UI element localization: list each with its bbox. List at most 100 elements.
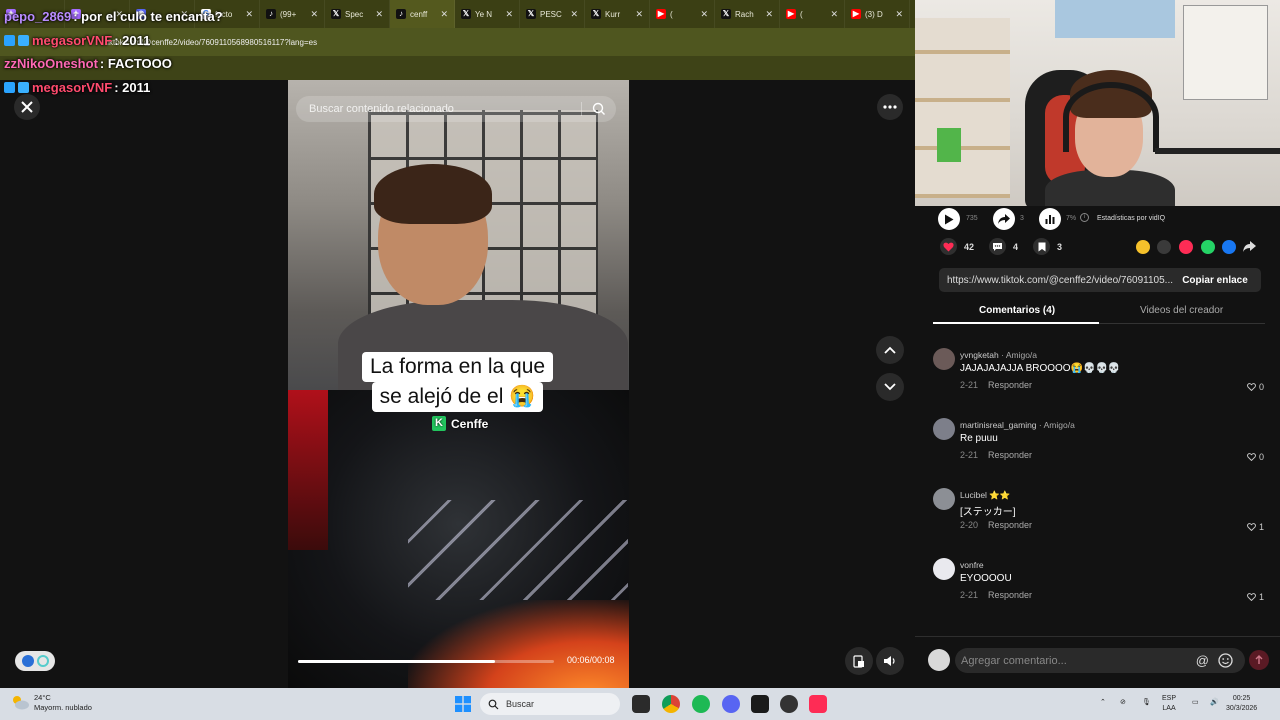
comment-item: martinisreal_gaming · Amigo/a Re puuu 2-21… (933, 418, 1268, 478)
browser-tab[interactable]: 𝕏 Spec ✕ (325, 0, 390, 28)
browser-tab[interactable]: 𝕏 Ye N ✕ (455, 0, 520, 28)
tray-network-off-icon[interactable]: ⊘ (1120, 698, 1126, 708)
search-divider (581, 102, 582, 116)
browser-tab[interactable]: 𝕏 Rach ✕ (715, 0, 780, 28)
tab-comments[interactable]: Comentarios (4) (979, 305, 1055, 316)
comment-like-button[interactable]: 1 (1247, 522, 1264, 532)
volume-button[interactable] (876, 647, 904, 675)
tray-monitor-icon[interactable]: ▭ (1192, 698, 1199, 708)
tiktok-live-icon[interactable] (809, 695, 827, 713)
taskbar-search[interactable]: Buscar (480, 693, 620, 715)
comment-input[interactable]: Agregar comentario... @ (955, 648, 1245, 673)
close-tab-icon[interactable]: ✕ (765, 9, 773, 20)
more-options-button[interactable] (877, 94, 903, 120)
comment-avatar[interactable] (933, 348, 955, 370)
copy-link-button[interactable]: Copiar enlace (1169, 268, 1261, 292)
spotify-icon[interactable] (692, 695, 710, 713)
comment-avatar[interactable] (933, 418, 955, 440)
comment-like-button[interactable]: 0 (1247, 452, 1264, 462)
save-button[interactable] (1033, 238, 1050, 255)
close-tab-icon[interactable]: ✕ (245, 9, 253, 20)
picture-in-picture-button[interactable] (845, 647, 873, 675)
analytics-button[interactable] (1039, 208, 1061, 230)
vidiq-statistics-label[interactable]: Estadísticas por vidIQ (1097, 215, 1165, 222)
extension-pill-button[interactable] (15, 651, 55, 671)
close-tab-icon[interactable]: ✕ (830, 9, 838, 20)
windows-start-icon[interactable] (455, 696, 471, 712)
comment-like-button[interactable]: 1 (1247, 592, 1264, 602)
close-tab-icon[interactable]: ✕ (310, 9, 318, 20)
chrome-icon[interactable] (662, 695, 680, 713)
browser-tab[interactable]: ▶ (✕ (650, 0, 715, 28)
browser-tab[interactable]: 𝕏 PESC ✕ (520, 0, 585, 28)
browser-tab[interactable]: ▶ (✕ (780, 0, 845, 28)
capcut-icon[interactable] (751, 695, 769, 713)
tab-creator-videos[interactable]: Videos del creador (1140, 305, 1223, 316)
browser-tab[interactable]: ♪ cenff ✕ (390, 0, 455, 28)
likes-count: 42 (964, 242, 975, 252)
share-link-url[interactable]: https://www.tiktok.com/@cenffe2/video/76… (947, 275, 1173, 286)
close-tab-icon[interactable]: ✕ (375, 9, 383, 20)
mention-icon[interactable]: @ (1196, 653, 1209, 668)
tray-volume-icon[interactable]: 🔊 (1210, 698, 1219, 708)
tiktok-icon: ♪ (396, 9, 406, 19)
close-tab-icon[interactable]: ✕ (635, 9, 643, 20)
reply-button[interactable]: Responder (988, 380, 1032, 390)
plays-button[interactable] (938, 208, 960, 230)
heart-icon (943, 242, 954, 251)
reply-button[interactable]: Responder (988, 520, 1032, 530)
browser-tab[interactable]: ▶ (3) D ✕ (845, 0, 910, 28)
facebook-icon[interactable] (1222, 240, 1236, 254)
close-tab-icon[interactable]: ✕ (700, 9, 708, 20)
like-button[interactable] (940, 238, 957, 255)
video-player[interactable] (288, 80, 629, 688)
previous-video-button[interactable] (876, 336, 904, 364)
obs-icon[interactable] (780, 695, 798, 713)
next-video-button[interactable] (876, 373, 904, 401)
comment-username[interactable]: Lucibel ⭐⭐ (960, 490, 1010, 500)
language-indicator[interactable]: ESP LAA (1162, 694, 1176, 713)
clock-date: 30/3/2026 (1226, 704, 1258, 712)
close-tab-icon[interactable]: ✕ (570, 9, 578, 20)
more-share-icon[interactable] (1243, 241, 1256, 252)
weather-widget[interactable]: 24°C Mayorm. nublado (10, 693, 92, 713)
comment-username[interactable]: yvngketah (960, 350, 999, 360)
emoji-icon[interactable] (1218, 653, 1233, 668)
whatsapp-icon[interactable] (1201, 240, 1215, 254)
discord-icon[interactable] (722, 695, 740, 713)
comment-avatar[interactable] (933, 558, 955, 580)
comment-input-placeholder: Agregar comentario... (961, 654, 1067, 667)
send-to-friend-icon[interactable] (1179, 240, 1193, 254)
related-search-input[interactable]: Buscar contenido relacionado (296, 96, 616, 122)
close-tab-icon[interactable]: ✕ (895, 9, 903, 20)
tray-mic-icon[interactable]: 🎙 (1142, 698, 1151, 708)
reply-button[interactable]: Responder (988, 590, 1032, 600)
chat-badge-icon (18, 81, 29, 93)
coin-share-icon[interactable] (1136, 240, 1150, 254)
close-tab-icon[interactable]: ✕ (505, 9, 513, 20)
comment-avatar[interactable] (933, 488, 955, 510)
comment-username-line[interactable]: Lucibel ⭐⭐ (960, 490, 1010, 501)
video-progress-bar[interactable] (298, 660, 554, 663)
comment-username[interactable]: vonfre (960, 560, 984, 570)
close-tab-icon[interactable]: ✕ (440, 9, 448, 20)
comments-button[interactable] (989, 238, 1006, 255)
search-icon[interactable] (591, 101, 607, 117)
clock[interactable]: 00:25 30/3/2026 (1226, 694, 1257, 713)
embed-code-icon[interactable] (1157, 240, 1171, 254)
task-view-icon[interactable] (632, 695, 650, 713)
browser-tab[interactable]: ♪ (99+ ✕ (260, 0, 325, 28)
comment-username-line[interactable]: vonfre (960, 560, 984, 570)
info-icon[interactable]: i (1080, 213, 1089, 222)
comment-username-line[interactable]: yvngketah · Amigo/a (960, 350, 1037, 360)
video-light-streaks (408, 500, 628, 600)
tray-chevron-icon[interactable]: ⌃ (1100, 698, 1106, 708)
browser-tab[interactable]: 𝕏 Kurr ✕ (585, 0, 650, 28)
share-count-button[interactable] (993, 208, 1015, 230)
post-comment-button[interactable] (1249, 650, 1269, 670)
reply-button[interactable]: Responder (988, 450, 1032, 460)
comment-username-line[interactable]: martinisreal_gaming · Amigo/a (960, 420, 1075, 430)
chat-text: : FACTOOO (99, 56, 172, 71)
comment-like-button[interactable]: 0 (1247, 382, 1264, 392)
comment-username[interactable]: martinisreal_gaming (960, 420, 1037, 430)
